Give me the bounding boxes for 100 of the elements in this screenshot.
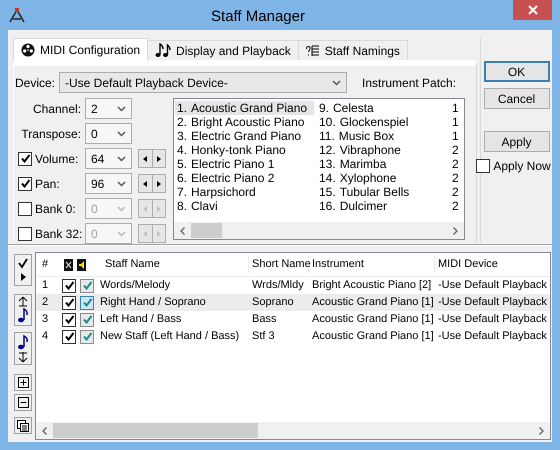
- column-header[interactable]: Short Name: [249, 256, 309, 273]
- checkbox[interactable]: [476, 159, 490, 173]
- scroll-left-icon[interactable]: [42, 426, 47, 434]
- table-cell-text: Bright Acoustic Piano [2]: [311, 278, 432, 294]
- checkbox[interactable]: [80, 330, 94, 344]
- list-icon: [306, 44, 320, 56]
- spin-buttons[interactable]: [138, 174, 166, 193]
- table-row[interactable]: 3 Left Hand / Bass Bass Acoustic Grand Piano [1] -Use Default Playback: [36, 311, 550, 328]
- instrument-item[interactable]: 12. Vibraphone: [317, 143, 452, 157]
- checkbox[interactable]: [18, 226, 32, 240]
- tab[interactable]: Display and Playback: [147, 40, 299, 60]
- toolbar-button[interactable]: [14, 374, 32, 391]
- table-cell-text: -Use Default Playback: [437, 278, 547, 294]
- instrument-item[interactable]: 6. Electric Piano 2: [175, 171, 314, 185]
- note-down-icon: [17, 334, 29, 362]
- column-header[interactable]: MIDI Device: [435, 256, 550, 273]
- value-dropdown[interactable]: 0: [85, 123, 132, 144]
- music-notes-icon: [155, 43, 172, 58]
- scroll-thumb[interactable]: [53, 423, 258, 438]
- column-header[interactable]: Staff Name: [99, 256, 249, 273]
- check-arrow-icon: [18, 258, 28, 282]
- table-cell-text: 2: [41, 295, 50, 310]
- instrument-item[interactable]: 1. Acoustic Grand Piano: [175, 101, 314, 115]
- value-dropdown[interactable]: 96: [85, 173, 132, 194]
- checkbox[interactable]: [62, 278, 76, 292]
- remove-icon: [18, 397, 28, 408]
- apply-now-label: Apply Now: [493, 158, 551, 175]
- checkbox[interactable]: [80, 278, 94, 292]
- scroll-left-icon[interactable]: [180, 226, 185, 234]
- setting-label: Transpose:: [20, 126, 81, 142]
- toolbar-button[interactable]: [14, 394, 32, 411]
- table-cell-text: Left Hand / Bass: [99, 312, 182, 328]
- dialog-button[interactable]: Apply: [484, 131, 550, 152]
- checkbox[interactable]: [18, 202, 32, 216]
- instrument-item[interactable]: 7. Harpsichord: [175, 185, 314, 199]
- film-reel-icon: [21, 43, 35, 57]
- value-dropdown[interactable]: 2: [85, 98, 132, 119]
- table-cell-text: -Use Default Playback: [437, 295, 547, 310]
- instrument-item: 1: [452, 129, 459, 143]
- checkbox[interactable]: [18, 176, 32, 190]
- table-cell-text: Acoustic Grand Piano [1]: [311, 295, 435, 310]
- instrument-item[interactable]: 9. Celesta: [317, 101, 452, 115]
- instrument-item: 2: [452, 199, 459, 213]
- close-button[interactable]: [513, 0, 552, 20]
- toolbar-button[interactable]: [14, 294, 32, 326]
- instrument-item: 1: [452, 115, 459, 129]
- table-row[interactable]: 2 Right Hand / Soprano Soprano Acoustic Grand Piano [1] -Use Default Playback: [36, 294, 550, 311]
- table-cell-text: 4: [41, 329, 50, 344]
- instrument-item[interactable]: 2. Bright Acoustic Piano: [175, 115, 314, 129]
- note-up-icon: [17, 296, 29, 324]
- toolbar-button[interactable]: [14, 332, 32, 365]
- checkbox[interactable]: [62, 312, 76, 326]
- table-row[interactable]: 1 Words/Melody Wrds/Mldy Bright Acoustic Piano [2] -Use Default Playback: [36, 277, 550, 294]
- tab[interactable]: Staff Namings: [298, 40, 408, 60]
- checkbox[interactable]: [18, 152, 32, 166]
- app-icon: [8, 6, 26, 24]
- tab[interactable]: MIDI Configuration: [13, 38, 148, 61]
- horizontal-scrollbar[interactable]: [36, 422, 550, 439]
- instrument-item[interactable]: 14. Xylophone: [317, 171, 452, 185]
- horizontal-scrollbar[interactable]: [174, 222, 464, 239]
- checkbox[interactable]: [62, 296, 76, 310]
- instrument-item: 1: [452, 101, 459, 115]
- checkbox[interactable]: [80, 312, 94, 326]
- toolbar-button[interactable]: [14, 254, 32, 286]
- checkbox[interactable]: [62, 330, 76, 344]
- close-icon: [528, 5, 538, 15]
- instrument-item[interactable]: 13. Marimba: [317, 157, 452, 171]
- scroll-right-icon[interactable]: [453, 226, 458, 234]
- instrument-item[interactable]: 10. Glockenspiel: [317, 115, 452, 129]
- spin-buttons[interactable]: [138, 149, 166, 168]
- instrument-item[interactable]: 11. Music Box: [317, 129, 452, 143]
- column-header[interactable]: #: [36, 256, 60, 273]
- scroll-right-icon[interactable]: [539, 426, 544, 434]
- instrument-item[interactable]: 16. Dulcimer: [317, 199, 452, 213]
- instrument-patch-label: Instrument Patch:: [362, 74, 456, 92]
- instrument-item[interactable]: 5. Electric Piano 1: [175, 157, 314, 171]
- device-label: Device:: [15, 74, 56, 92]
- instrument-item[interactable]: 4. Honky-tonk Piano: [175, 143, 314, 157]
- table-row[interactable]: 4 New Staff (Left Hand / Bass) Stf 3 Acoustic Grand Piano [1] -Use Default Playback: [36, 328, 550, 345]
- table-cell-text: 3: [41, 312, 50, 328]
- instrument-item[interactable]: 3. Electric Grand Piano: [175, 129, 314, 143]
- copy-icon: [17, 420, 29, 432]
- instrument-item[interactable]: 8. Clavi: [175, 199, 314, 213]
- instrument-item[interactable]: 15. Tubular Bells: [317, 185, 452, 199]
- column-header[interactable]: Instrument: [309, 256, 435, 273]
- table-cell-text: Words/Melody: [99, 278, 172, 294]
- add-icon: [18, 377, 28, 388]
- setting-label: Channel:: [32, 100, 81, 118]
- device-dropdown[interactable]: -Use Default Playback Device-: [59, 72, 348, 93]
- setting-label: Volume:: [35, 150, 78, 168]
- scroll-thumb[interactable]: [191, 223, 222, 238]
- toolbar-button[interactable]: [14, 417, 32, 434]
- dialog-button[interactable]: OK: [484, 61, 550, 82]
- table-cell-text: Bass: [251, 312, 278, 328]
- dialog-button[interactable]: Cancel: [484, 88, 550, 109]
- speaker-icon: [77, 258, 86, 270]
- checkbox[interactable]: [80, 296, 94, 310]
- value-dropdown[interactable]: 64: [85, 148, 132, 169]
- instrument-item: 2: [452, 143, 459, 157]
- instrument-item: 2: [452, 157, 459, 171]
